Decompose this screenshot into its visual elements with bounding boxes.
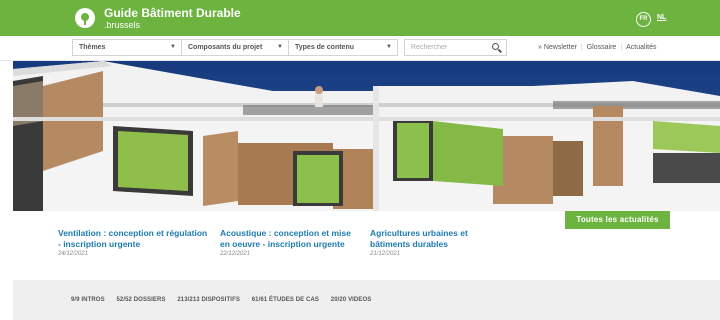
news-date: 21/12/2021 (370, 251, 401, 257)
chevron-down-icon: ▼ (170, 44, 176, 50)
stat-videos[interactable]: 20/20 VIDEOS (331, 297, 372, 303)
divider: | (580, 44, 583, 51)
news-date: 22/12/2021 (220, 251, 251, 257)
language-fr-button[interactable]: FR (636, 12, 651, 27)
news-title[interactable]: Ventilation : conception et régulation -… (58, 228, 208, 250)
chevron-down-icon: ▼ (277, 44, 283, 50)
site-subtitle: .brussels (104, 20, 141, 30)
content-types-dropdown-label: Types de contenu (295, 44, 354, 51)
building-illustration (13, 61, 720, 211)
logo-icon[interactable] (75, 8, 95, 28)
utility-links: » Newsletter | Glossaire | Actualités (538, 44, 657, 51)
themes-dropdown[interactable]: Thèmes ▼ (72, 39, 182, 56)
components-dropdown-label: Composants du projet (188, 44, 263, 51)
all-news-button[interactable]: Toutes les actualités (565, 211, 670, 229)
stat-dispositifs[interactable]: 213/213 DISPOSITIFS (177, 297, 240, 303)
stat-case-studies[interactable]: 61/61 ÉTUDES DE CAS (252, 297, 319, 303)
content-types-dropdown[interactable]: Types de contenu ▼ (288, 39, 398, 56)
themes-dropdown-label: Thèmes (79, 44, 106, 51)
news-link[interactable]: Actualités (626, 44, 656, 51)
nav-bar: Thèmes ▼ Composants du projet ▼ Types de… (0, 36, 720, 61)
news-date: 24/12/2021 (58, 251, 89, 257)
stat-intros[interactable]: 9/9 INTROS (71, 297, 105, 303)
site-header: Guide Bâtiment Durable .brussels FR NL (0, 0, 720, 36)
newsletter-link[interactable]: » Newsletter (538, 44, 577, 51)
news-item[interactable]: Agricultures urbaines et bâtiments durab… (370, 228, 490, 257)
stat-dossiers[interactable]: 52/52 DOSSIERS (116, 297, 165, 303)
news-item[interactable]: Ventilation : conception et régulation -… (58, 228, 208, 257)
language-nl-link[interactable]: NL (657, 14, 666, 21)
stats-row: 9/9 INTROS 52/52 DOSSIERS 213/213 DISPOS… (71, 297, 381, 303)
hero-image (13, 61, 720, 211)
site-title[interactable]: Guide Bâtiment Durable (104, 7, 241, 20)
news-item[interactable]: Acoustique : conception et mise en oeuvr… (220, 228, 362, 257)
components-dropdown[interactable]: Composants du projet ▼ (181, 39, 289, 56)
news-title[interactable]: Agricultures urbaines et bâtiments durab… (370, 228, 490, 250)
news-title[interactable]: Acoustique : conception et mise en oeuvr… (220, 228, 362, 250)
content-stats-bar: 9/9 INTROS 52/52 DOSSIERS 213/213 DISPOS… (13, 280, 720, 320)
chevron-down-icon: ▼ (386, 44, 392, 50)
glossary-link[interactable]: Glossaire (587, 44, 617, 51)
divider: | (620, 44, 623, 51)
search-icon[interactable] (492, 43, 499, 50)
